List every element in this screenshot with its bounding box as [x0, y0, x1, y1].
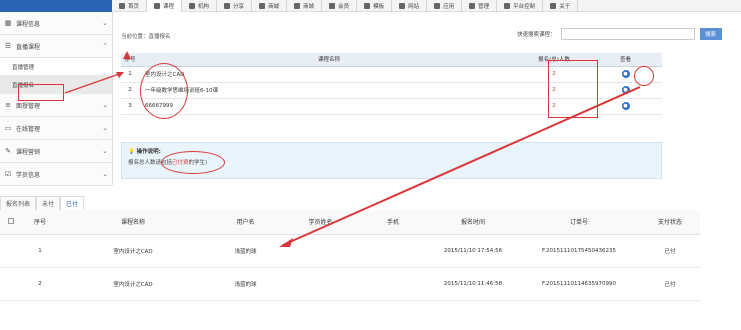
- annotation-arrowhead-table: [279, 238, 293, 247]
- annotation-arrows: [64, 51, 641, 247]
- annotation-arrow-table: [282, 86, 641, 246]
- annotation-arrow-sidebar: [64, 72, 123, 94]
- annotation-arrowhead-header: [123, 51, 131, 59]
